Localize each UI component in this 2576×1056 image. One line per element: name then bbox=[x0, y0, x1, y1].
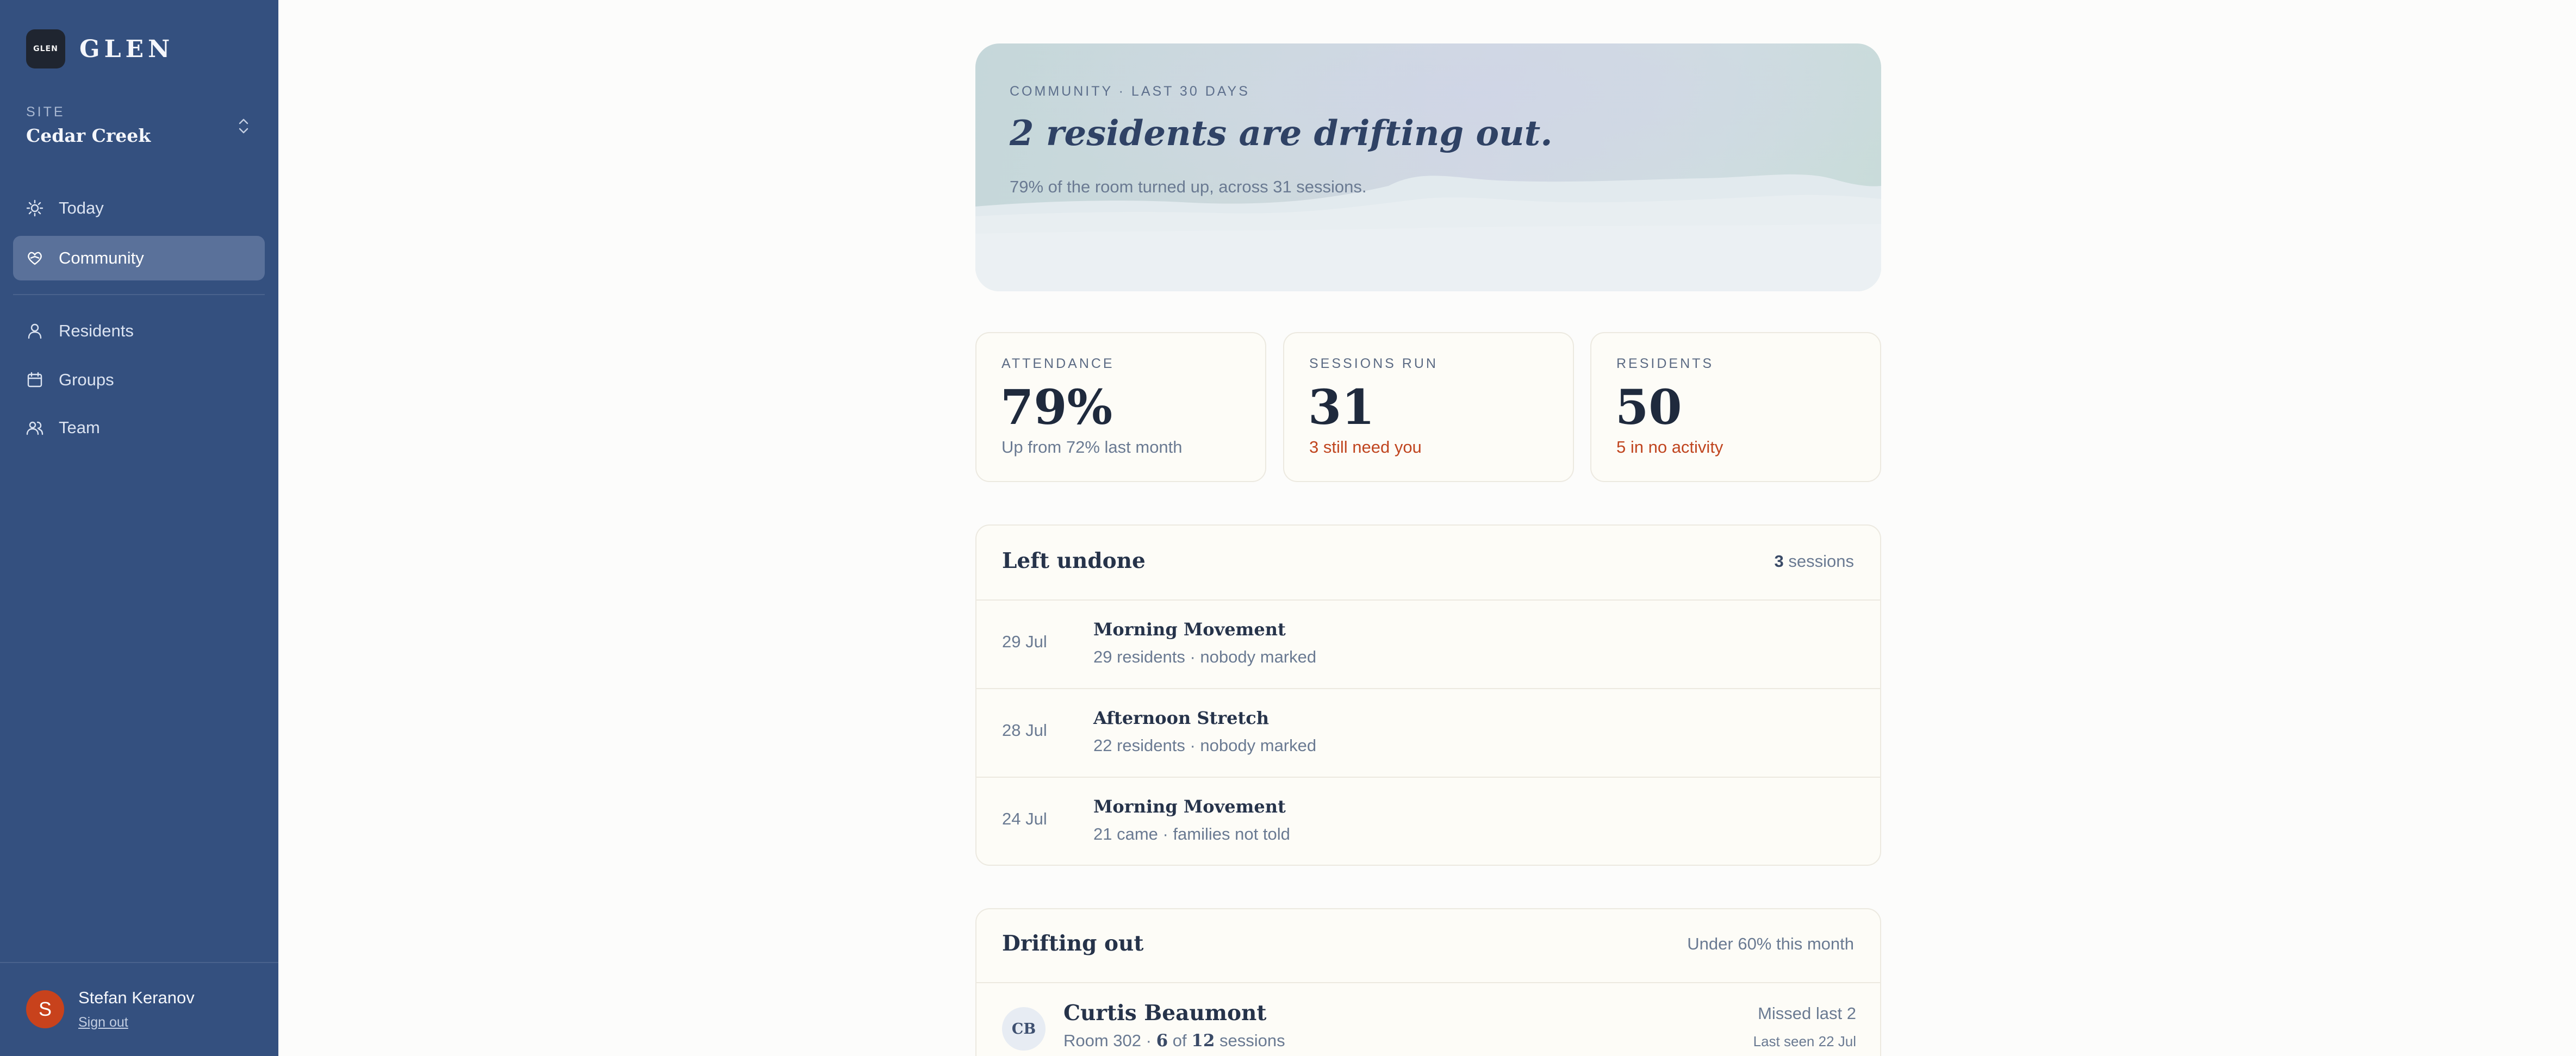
site-switcher-chevrons-icon[interactable] bbox=[237, 115, 250, 137]
list-item[interactable]: 29 Jul Morning Movement 29 residents · n… bbox=[976, 599, 1880, 688]
panel-title: Drifting out bbox=[1002, 931, 1144, 956]
calendar-icon bbox=[25, 370, 45, 390]
session-date: 28 Jul bbox=[1002, 721, 1047, 740]
person-icon bbox=[25, 321, 45, 341]
sun-icon bbox=[25, 198, 45, 218]
session-date: 24 Jul bbox=[1002, 809, 1047, 828]
nav-label: Team bbox=[59, 418, 100, 437]
nav-label: Today bbox=[59, 198, 104, 217]
avatar[interactable]: S bbox=[26, 990, 64, 1028]
site-label: SITE bbox=[26, 104, 65, 120]
stat-label: SESSIONS RUN bbox=[1309, 356, 1438, 371]
session-title: Morning Movement bbox=[1093, 619, 1286, 640]
session-date: 29 Jul bbox=[1002, 632, 1047, 651]
stat-card-sessions-run[interactable]: SESSIONS RUN 31 3 still need you bbox=[1283, 332, 1574, 482]
resident-name: Curtis Beaumont bbox=[1063, 1001, 1267, 1026]
session-detail: 29 residents · nobody marked bbox=[1093, 647, 1317, 666]
nav-label: Groups bbox=[59, 370, 114, 389]
left-undone-panel: Left undone 3 sessions 29 Jul Morning Mo… bbox=[975, 524, 1881, 866]
stat-label: RESIDENTS bbox=[1616, 356, 1714, 371]
resident-room: Room 302 · bbox=[1063, 1031, 1156, 1050]
hero-wave-illustration bbox=[975, 43, 1881, 291]
nav-item-residents[interactable]: Residents bbox=[13, 309, 265, 353]
sessions-attended: 6 bbox=[1156, 1031, 1168, 1051]
stat-note: 3 still need you bbox=[1309, 438, 1422, 457]
stat-value: 31 bbox=[1308, 379, 1375, 435]
last-seen: Last seen 22 Jul bbox=[1753, 1033, 1856, 1049]
count-suffix: sessions bbox=[1783, 552, 1854, 571]
list-item[interactable]: 28 Jul Afternoon Stretch 22 residents · … bbox=[976, 688, 1880, 777]
logo-icon: GLEN bbox=[26, 29, 65, 68]
list-item[interactable]: 24 Jul Morning Movement 21 came · famili… bbox=[976, 777, 1880, 865]
session-detail: 22 residents · nobody marked bbox=[1093, 736, 1317, 755]
nav-item-groups[interactable]: Groups bbox=[13, 358, 265, 402]
stat-value: 79% bbox=[1000, 379, 1113, 435]
site-name[interactable]: Cedar Creek bbox=[26, 125, 151, 146]
drifting-out-panel: Drifting out Under 60% this month CB Cur… bbox=[975, 908, 1881, 1056]
app-name: GLEN bbox=[79, 35, 175, 63]
stat-label: ATTENDANCE bbox=[1001, 356, 1115, 371]
sessions-total: 12 bbox=[1191, 1031, 1215, 1051]
resident-detail: Room 302 · 6 of 12 sessions bbox=[1063, 1031, 1285, 1051]
user-divider bbox=[0, 962, 278, 963]
heart-hands-icon bbox=[25, 248, 45, 268]
session-title: Afternoon Stretch bbox=[1093, 708, 1270, 728]
main-content: COMMUNITY · LAST 30 DAYS 2 residents are… bbox=[278, 0, 2576, 1056]
people-icon bbox=[25, 418, 45, 438]
nav-label: Residents bbox=[59, 321, 134, 340]
hero-banner: COMMUNITY · LAST 30 DAYS 2 residents are… bbox=[975, 43, 1881, 291]
nav-item-community[interactable]: Community bbox=[13, 236, 265, 280]
sessions-text: sessions bbox=[1215, 1031, 1285, 1050]
missed-status: Missed last 2 bbox=[1758, 1004, 1856, 1023]
sidebar: GLEN GLEN SITE Cedar Creek Today Communi… bbox=[0, 0, 278, 1056]
session-detail: 21 came · families not told bbox=[1093, 824, 1290, 843]
nav-divider bbox=[13, 294, 265, 295]
hero-eyebrow: COMMUNITY · LAST 30 DAYS bbox=[1010, 84, 1250, 99]
hero-title: 2 residents are drifting out. bbox=[1010, 113, 1553, 154]
of-text: of bbox=[1168, 1031, 1192, 1050]
stat-note: Up from 72% last month bbox=[1001, 438, 1183, 457]
sessions-count: 3 sessions bbox=[1775, 552, 1854, 571]
user-name: Stefan Keranov bbox=[78, 988, 195, 1007]
stat-value: 50 bbox=[1615, 379, 1682, 435]
session-title: Morning Movement bbox=[1093, 796, 1286, 817]
table-row[interactable]: CB Curtis Beaumont Room 302 · 6 of 12 se… bbox=[976, 982, 1880, 1056]
hero-subtitle: 79% of the room turned up, across 31 ses… bbox=[1010, 177, 1367, 196]
nav-item-today[interactable]: Today bbox=[13, 186, 265, 230]
panel-meta: Under 60% this month bbox=[1687, 934, 1854, 953]
sign-out-link[interactable]: Sign out bbox=[78, 1015, 128, 1030]
stat-card-residents[interactable]: RESIDENTS 50 5 in no activity bbox=[1590, 332, 1881, 482]
brand[interactable]: GLEN GLEN bbox=[26, 29, 174, 68]
stat-note: 5 in no activity bbox=[1616, 438, 1723, 457]
count-number: 3 bbox=[1774, 552, 1784, 571]
nav-label: Community bbox=[59, 248, 144, 267]
stat-card-attendance[interactable]: ATTENDANCE 79% Up from 72% last month bbox=[975, 332, 1266, 482]
panel-title: Left undone bbox=[1002, 548, 1146, 573]
nav-item-team[interactable]: Team bbox=[13, 405, 265, 450]
resident-avatar: CB bbox=[1002, 1007, 1046, 1051]
